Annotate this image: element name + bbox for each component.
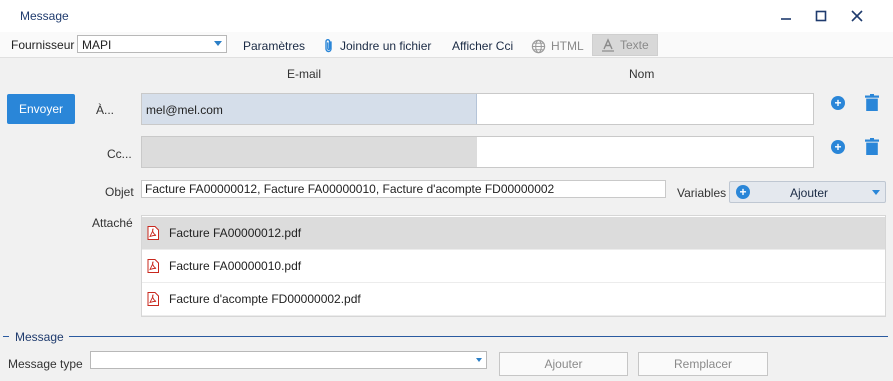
- to-email-value: mel@mel.com: [146, 103, 223, 117]
- delete-to-recipient-button[interactable]: [865, 94, 879, 114]
- message-type-label: Message type: [8, 357, 83, 371]
- list-item[interactable]: Facture FA00000010.pdf: [142, 250, 885, 283]
- maximize-button[interactable]: [806, 4, 836, 28]
- title-bar: Message: [0, 0, 893, 32]
- paperclip-icon: [325, 39, 332, 53]
- email-column-header: E-mail: [287, 67, 322, 81]
- divider: [3, 336, 9, 337]
- replace-message-button[interactable]: Remplacer: [638, 352, 768, 376]
- pdf-file-icon: [147, 292, 159, 306]
- minimize-button[interactable]: [771, 4, 801, 28]
- attachment-filename: Facture FA00000012.pdf: [169, 226, 302, 240]
- settings-button[interactable]: Paramètres: [243, 36, 305, 56]
- plus-icon: +: [736, 185, 750, 199]
- add-message-button[interactable]: Ajouter: [499, 352, 628, 376]
- text-format-button[interactable]: Texte: [592, 34, 658, 56]
- html-format-button[interactable]: HTML: [531, 36, 584, 56]
- close-button[interactable]: [842, 4, 872, 28]
- chevron-down-icon: [476, 358, 482, 362]
- name-column-header: Nom: [629, 67, 655, 81]
- maximize-icon: [815, 10, 827, 22]
- chevron-down-icon: [214, 41, 222, 46]
- add-to-recipient-button[interactable]: +: [831, 96, 845, 110]
- variables-add-dropdown[interactable]: + Ajouter: [729, 181, 886, 203]
- text-format-icon: [602, 38, 614, 52]
- trash-icon: [865, 138, 879, 155]
- cc-recipient-row[interactable]: [141, 136, 814, 168]
- plus-icon: +: [834, 140, 842, 154]
- toolbar: Fournisseur MAPI Paramètres Joindre un f…: [0, 32, 893, 58]
- to-label[interactable]: À...: [96, 103, 114, 117]
- plus-icon: +: [834, 96, 842, 110]
- chevron-down-icon: [872, 190, 880, 195]
- provider-value: MAPI: [82, 38, 112, 52]
- minimize-icon: [781, 18, 791, 20]
- add-cc-recipient-button[interactable]: +: [831, 140, 845, 154]
- send-button[interactable]: Envoyer: [7, 94, 75, 124]
- message-section-header: Message: [3, 330, 888, 344]
- pdf-file-icon: [147, 259, 159, 273]
- list-item[interactable]: Facture FA00000012.pdf: [142, 217, 885, 250]
- attachment-filename: Facture d'acompte FD00000002.pdf: [169, 292, 361, 306]
- attachments-list[interactable]: Facture FA00000012.pdf Facture FA0000001…: [141, 215, 886, 317]
- window-title: Message: [20, 9, 69, 23]
- to-recipient-row[interactable]: mel@mel.com: [141, 93, 814, 125]
- attach-file-label: Joindre un fichier: [340, 39, 432, 53]
- subject-label: Objet: [105, 185, 134, 199]
- subject-value: Facture FA00000012, Facture FA00000010, …: [145, 182, 555, 196]
- cc-label[interactable]: Cc...: [107, 147, 132, 161]
- show-bcc-button[interactable]: Afficher Cci: [452, 36, 513, 56]
- text-label: Texte: [620, 38, 649, 52]
- provider-select[interactable]: MAPI: [77, 35, 227, 53]
- divider: [69, 336, 888, 337]
- delete-cc-recipient-button[interactable]: [865, 138, 879, 158]
- subject-input[interactable]: Facture FA00000012, Facture FA00000010, …: [141, 180, 666, 198]
- attachments-label: Attaché: [92, 216, 133, 230]
- attachment-filename: Facture FA00000010.pdf: [169, 259, 302, 273]
- trash-icon: [865, 94, 879, 111]
- variables-add-label: Ajouter: [790, 186, 829, 200]
- close-icon: [851, 10, 863, 22]
- message-type-select[interactable]: [90, 351, 487, 369]
- variables-label: Variables: [677, 186, 727, 200]
- show-bcc-label: Afficher Cci: [452, 39, 514, 53]
- message-section-title: Message: [15, 330, 64, 344]
- pdf-file-icon: [147, 226, 159, 240]
- attach-file-button[interactable]: Joindre un fichier: [323, 36, 431, 56]
- cc-email-cell[interactable]: [142, 137, 477, 167]
- settings-label: Paramètres: [243, 39, 306, 53]
- provider-label: Fournisseur: [11, 38, 75, 52]
- to-email-cell[interactable]: mel@mel.com: [142, 94, 477, 124]
- list-item[interactable]: Facture d'acompte FD00000002.pdf: [142, 283, 885, 316]
- html-label: HTML: [551, 39, 584, 53]
- globe-icon: [531, 39, 546, 53]
